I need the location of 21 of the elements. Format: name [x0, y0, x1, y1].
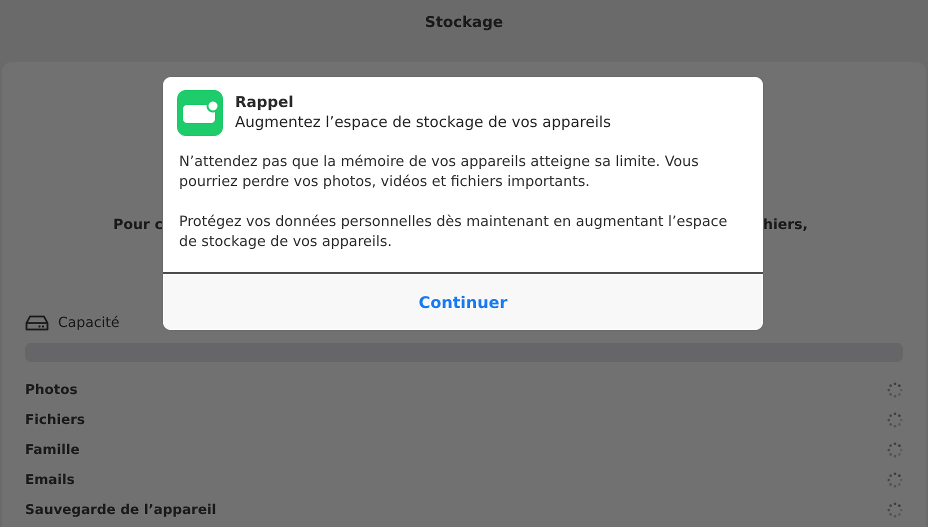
capacity-label: Capacité: [58, 315, 120, 331]
loading-spinner-icon: [887, 442, 903, 458]
loading-spinner-icon: [887, 382, 903, 398]
category-label: Sauvegarde de l’appareil: [25, 502, 216, 518]
category-label: Emails: [25, 472, 75, 488]
app-icon: [177, 90, 223, 136]
dialog-title: Rappel: [235, 92, 294, 112]
dialog-message: Protégez vos données personnelles dès maintenant en augmentant l’espace de stockage de vos appareils.: [179, 213, 728, 252]
dialog-subtitle: Augmentez l’espace de stockage de vos appareils: [235, 112, 611, 132]
loading-spinner-icon: [887, 502, 903, 518]
window-title: Stockage: [424, 12, 504, 33]
continue-button[interactable]: Continuer: [406, 286, 520, 318]
category-label: Famille: [25, 442, 80, 458]
loading-spinner-icon: [887, 472, 903, 488]
hard-drive-icon: [25, 315, 49, 331]
partial-text: hiers,: [763, 217, 808, 235]
dialog-message: N’attendez pas que la mémoire de vos appareils atteigne sa limite. Vous pourriez perdre vos photos, vidéos et fichiers importants.: [179, 153, 700, 192]
partial-text: Pour c: [112, 217, 163, 235]
category-label: Fichiers: [25, 412, 85, 428]
loading-spinner-icon: [887, 412, 903, 428]
category-label: Photos: [25, 382, 78, 398]
